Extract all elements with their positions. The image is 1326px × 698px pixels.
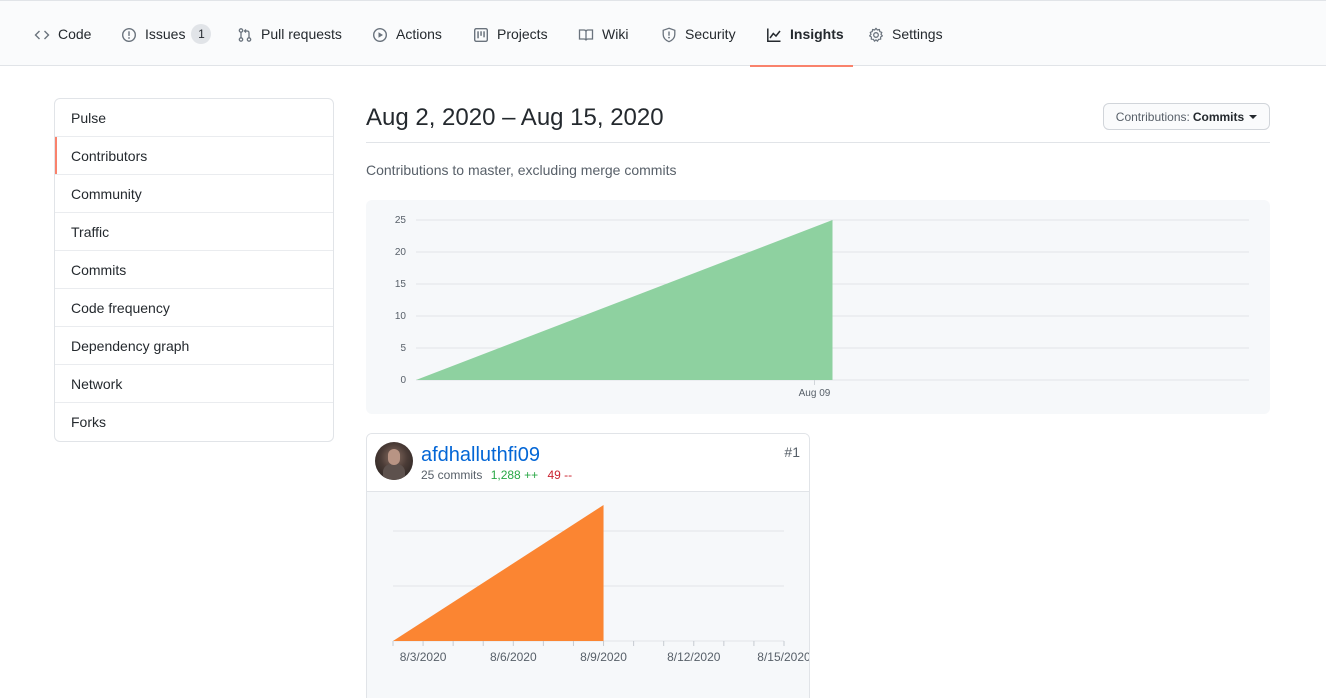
tab-label: Settings <box>892 26 943 42</box>
contributor-username-link[interactable]: afdhalluthfi09 <box>421 444 540 467</box>
tab-security[interactable]: Security <box>661 17 736 67</box>
sidebar-item-forks[interactable]: Forks <box>55 403 333 441</box>
y-tick-label: 5 <box>400 343 406 354</box>
contributions-value: Commits <box>1192 109 1245 124</box>
caret-down-icon <box>1249 114 1258 119</box>
x-tick-label: 8/3/2020 <box>400 650 447 664</box>
tab-settings[interactable]: Settings <box>868 17 943 67</box>
play-icon <box>372 27 388 43</box>
x-tick-label: 8/6/2020 <box>490 650 537 664</box>
contributions-label: Contributions: <box>1115 109 1190 124</box>
avatar[interactable] <box>375 442 413 480</box>
tab-projects[interactable]: Projects <box>473 17 548 67</box>
series-area <box>393 505 604 641</box>
additions-count: 1,288 ++ <box>490 468 539 482</box>
tab-issues[interactable]: Issues 1 <box>121 17 212 67</box>
tab-insights[interactable]: Insights <box>750 17 853 67</box>
project-icon <box>473 27 489 43</box>
sidebar-item-dependency-graph[interactable]: Dependency graph <box>55 327 333 365</box>
gear-icon <box>868 27 884 43</box>
contributions-subtitle: Contributions to master, excluding merge… <box>366 162 677 178</box>
y-tick-label: 25 <box>395 215 407 226</box>
y-tick-label: 10 <box>395 311 407 322</box>
tab-label: Issues <box>145 26 186 42</box>
tab-wiki[interactable]: Wiki <box>578 17 628 67</box>
contributions-chart: 0 5 10 15 20 25 Aug 09 <box>366 200 1270 414</box>
tab-label: Projects <box>497 26 548 42</box>
sidebar-item-network[interactable]: Network <box>55 365 333 403</box>
repo-nav-tabs: Code Issues 1 Pull requests Actions Proj… <box>0 0 1326 67</box>
tab-actions[interactable]: Actions <box>372 17 442 67</box>
contributor-card: afdhalluthfi09 25 commits 1,288 ++ 49 --… <box>366 433 810 698</box>
tab-label: Insights <box>790 26 844 42</box>
header-divider <box>366 142 1270 143</box>
sidebar-item-traffic[interactable]: Traffic <box>55 213 333 251</box>
y-tick-label: 0 <box>400 375 406 386</box>
tab-label: Code <box>58 26 92 42</box>
tab-label: Security <box>685 26 736 42</box>
contributor-chart: 8/3/2020 8/6/2020 8/9/2020 8/12/2020 8/15/20… <box>367 492 809 698</box>
y-tick-label: 15 <box>395 279 407 290</box>
issue-opened-icon <box>121 27 137 43</box>
sidebar-item-code-frequency[interactable]: Code frequency <box>55 289 333 327</box>
code-icon <box>34 27 50 43</box>
graph-icon <box>766 27 782 43</box>
tab-label: Actions <box>396 26 442 42</box>
tab-label: Wiki <box>602 26 629 42</box>
contributor-rank: #1 <box>784 444 800 460</box>
x-tick-label: 8/12/2020 <box>667 650 721 664</box>
tab-code[interactable]: Code <box>34 17 91 67</box>
series-area <box>416 220 833 380</box>
contributor-chart-svg: 8/3/2020 8/6/2020 8/9/2020 8/12/2020 8/15/20… <box>392 505 810 664</box>
book-icon <box>578 27 594 43</box>
issues-counter: 1 <box>191 24 212 44</box>
contributions-type-dropdown[interactable]: Contributions: Commits <box>1103 103 1270 130</box>
y-tick-label: 20 <box>395 247 407 258</box>
contributions-chart-svg: 0 5 10 15 20 25 Aug 09 <box>395 215 1249 399</box>
avatar-face <box>388 449 400 465</box>
sidebar-item-pulse[interactable]: Pulse <box>55 99 333 137</box>
sidebar-item-community[interactable]: Community <box>55 175 333 213</box>
contributor-card-header: afdhalluthfi09 25 commits 1,288 ++ 49 --… <box>367 434 809 492</box>
x-tick-label: 8/15/2020 <box>757 650 810 664</box>
tab-label: Pull requests <box>261 26 342 42</box>
insights-sidebar: Pulse Contributors Community Traffic Com… <box>54 98 334 442</box>
sidebar-item-contributors[interactable]: Contributors <box>55 137 333 175</box>
date-range-title: Aug 2, 2020 – Aug 15, 2020 <box>366 104 664 131</box>
x-tick-label: Aug 09 <box>799 388 831 399</box>
deletions-count: 49 -- <box>547 468 573 482</box>
git-pull-request-icon <box>237 27 253 43</box>
shield-icon <box>661 27 677 43</box>
avatar-body <box>383 464 405 480</box>
sidebar-item-commits[interactable]: Commits <box>55 251 333 289</box>
x-tick-label: 8/9/2020 <box>580 650 627 664</box>
tab-pull-requests[interactable]: Pull requests <box>237 17 342 67</box>
commit-count[interactable]: 25 commits <box>421 468 482 482</box>
contributor-stats: 25 commits 1,288 ++ 49 -- <box>421 468 572 482</box>
